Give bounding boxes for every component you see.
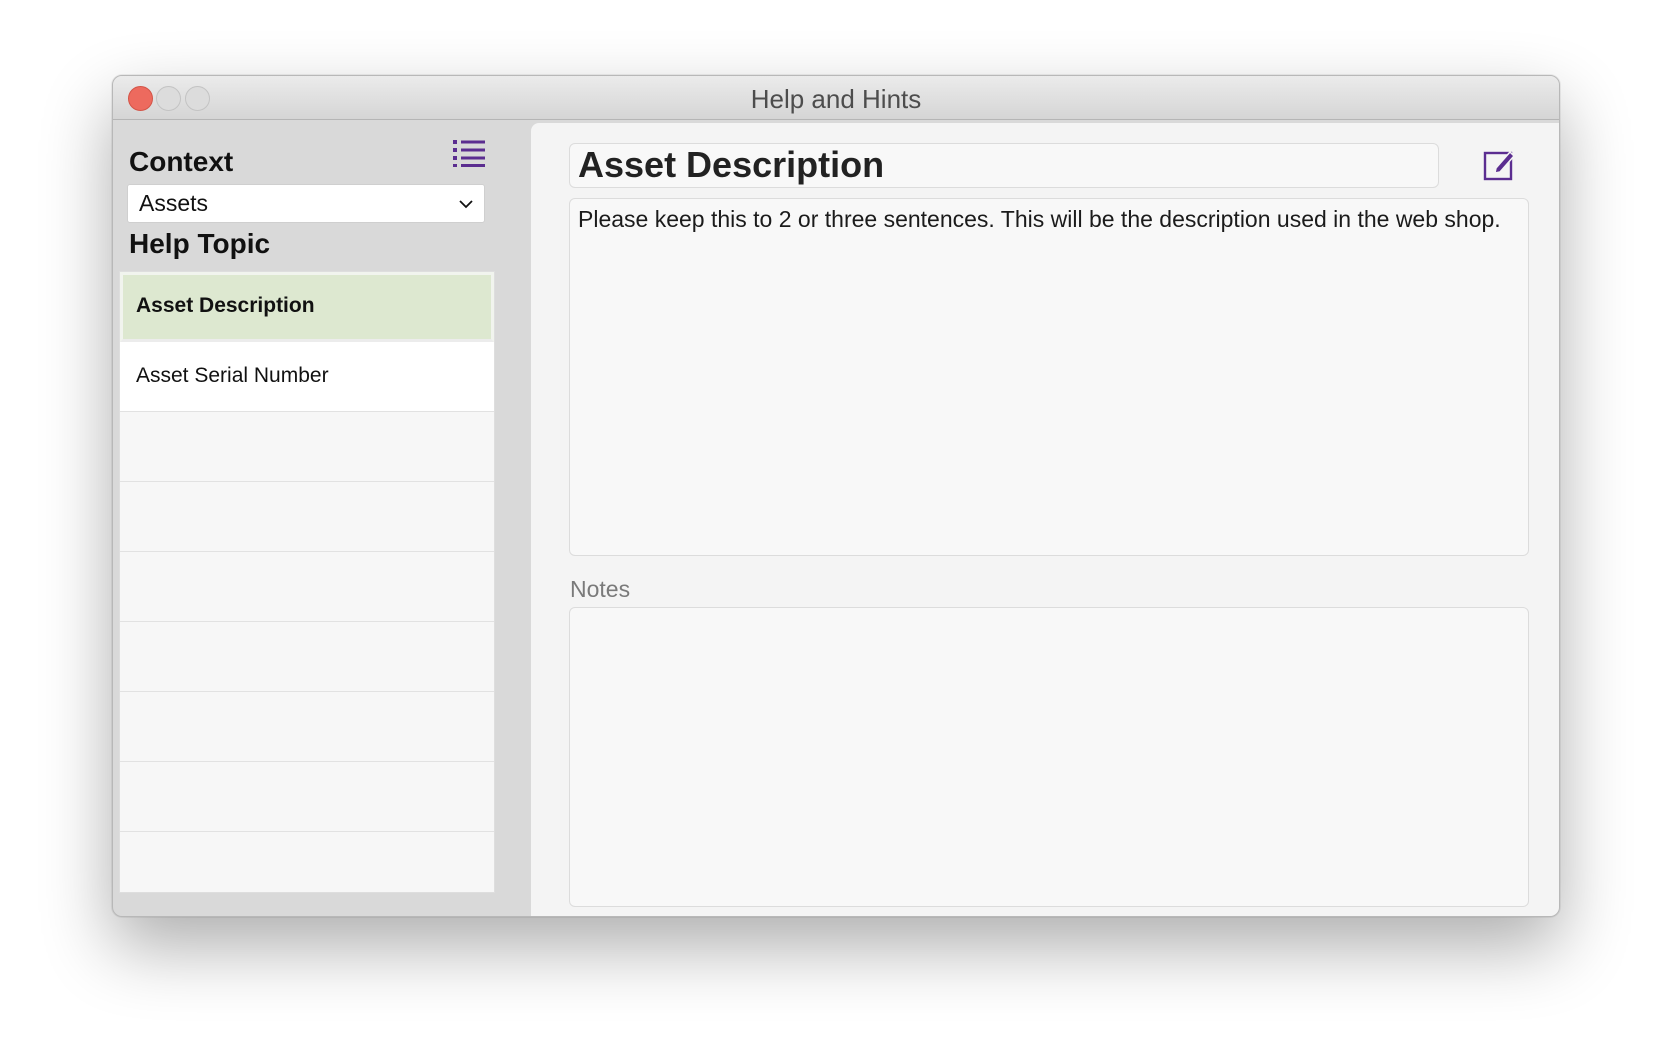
list-icon[interactable] xyxy=(453,139,485,167)
list-item[interactable]: Asset Description xyxy=(120,272,494,342)
context-label: Context xyxy=(129,146,234,177)
list-item[interactable]: Asset Serial Number xyxy=(120,342,494,412)
list-item-label: Asset Description xyxy=(136,294,315,317)
sidebar: Context Assets Help Topic Asset Descript xyxy=(113,120,527,916)
list-item[interactable] xyxy=(120,552,494,622)
list-item[interactable] xyxy=(120,412,494,482)
title-bar[interactable]: Help and Hints xyxy=(113,76,1559,120)
list-item[interactable] xyxy=(120,622,494,692)
help-and-hints-window: Help and Hints Context Assets Help Topic xyxy=(112,75,1560,917)
list-item[interactable] xyxy=(120,762,494,832)
list-item[interactable] xyxy=(120,832,494,892)
list-item-label: Asset Serial Number xyxy=(136,364,329,387)
list-item[interactable] xyxy=(120,692,494,762)
chevron-down-icon xyxy=(459,200,473,209)
help-detail-panel: Asset Description Please keep this to 2 … xyxy=(531,123,1559,916)
help-topic-list[interactable]: Asset Description Asset Serial Number xyxy=(119,271,495,893)
notes-label: Notes xyxy=(570,576,631,602)
list-item[interactable] xyxy=(120,482,494,552)
context-dropdown-value: Assets xyxy=(139,190,209,216)
description-textarea[interactable]: Please keep this to 2 or three sentences… xyxy=(569,198,1529,556)
topic-title-field[interactable]: Asset Description xyxy=(569,143,1439,188)
notes-textarea[interactable] xyxy=(569,607,1529,907)
window-title: Help and Hints xyxy=(750,84,922,114)
help-topic-label: Help Topic xyxy=(129,228,271,259)
edit-icon[interactable] xyxy=(1483,147,1517,181)
context-dropdown[interactable]: Assets xyxy=(127,184,485,223)
